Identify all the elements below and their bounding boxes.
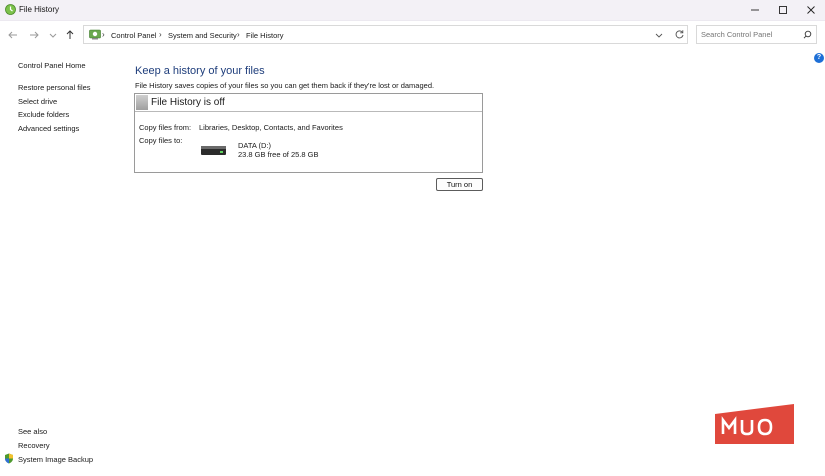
- search-icon[interactable]: [803, 30, 812, 39]
- page-description: File History saves copies of your files …: [135, 81, 435, 90]
- status-indicator: [136, 95, 148, 110]
- system-image-backup-link[interactable]: System Image Backup: [18, 455, 93, 464]
- window-title: File History: [19, 5, 60, 14]
- recovery-link[interactable]: Recovery: [18, 441, 50, 450]
- status-header: File History is off: [135, 94, 482, 112]
- drive-icon: [201, 146, 226, 155]
- close-icon: [807, 6, 815, 14]
- back-arrow-icon: [8, 31, 17, 39]
- muo-watermark-logo: [715, 404, 794, 444]
- up-button[interactable]: [63, 28, 77, 42]
- file-history-status-panel: File History is off Copy files from: Lib…: [134, 93, 483, 173]
- chevron-down-icon[interactable]: [654, 30, 664, 40]
- advanced-settings-link[interactable]: Advanced settings: [18, 124, 79, 133]
- shield-icon: [5, 453, 13, 464]
- chevron-right-icon: ›: [237, 30, 240, 39]
- address-bar[interactable]: › Control Panel › System and Security › …: [83, 25, 688, 44]
- breadcrumb-file-history[interactable]: File History: [246, 31, 284, 40]
- minimize-button[interactable]: [741, 0, 769, 20]
- copy-from-label: Copy files from:: [139, 123, 192, 132]
- status-title: File History is off: [151, 97, 225, 108]
- search-box[interactable]: [696, 25, 817, 44]
- breadcrumb-control-panel[interactable]: Control Panel: [111, 31, 156, 40]
- refresh-icon[interactable]: [674, 29, 685, 40]
- control-panel-home-link[interactable]: Control Panel Home: [18, 61, 86, 70]
- drive-free-space: 23.8 GB free of 25.8 GB: [238, 150, 319, 159]
- search-input[interactable]: [701, 29, 801, 40]
- close-button[interactable]: [797, 0, 825, 20]
- chevron-right-icon: ›: [159, 30, 162, 39]
- page-title: Keep a history of your files: [135, 65, 265, 77]
- select-drive-link[interactable]: Select drive: [18, 97, 57, 106]
- title-bar: File History: [0, 0, 825, 21]
- turn-on-button[interactable]: Turn on: [436, 178, 483, 191]
- chevron-right-icon: ›: [102, 30, 105, 39]
- control-panel-icon: [89, 29, 101, 40]
- see-also-label: See also: [18, 427, 48, 436]
- file-history-icon: [5, 4, 16, 15]
- exclude-folders-link[interactable]: Exclude folders: [18, 110, 69, 119]
- navigation-bar: › Control Panel › System and Security › …: [0, 22, 825, 48]
- copy-to-label: Copy files to:: [139, 136, 183, 145]
- maximize-icon: [779, 6, 787, 14]
- drive-name: DATA (D:): [238, 141, 272, 150]
- up-arrow-icon: [66, 30, 74, 39]
- restore-personal-files-link[interactable]: Restore personal files: [18, 83, 91, 92]
- back-button[interactable]: [6, 28, 20, 42]
- help-icon[interactable]: ?: [814, 53, 824, 63]
- recent-locations-button[interactable]: [46, 28, 60, 42]
- forward-arrow-icon: [30, 31, 39, 39]
- forward-button[interactable]: [27, 28, 41, 42]
- breadcrumb-system-and-security[interactable]: System and Security: [168, 31, 237, 40]
- recent-dropdown-icon: [49, 33, 57, 38]
- minimize-icon: [751, 9, 759, 11]
- copy-from-value: Libraries, Desktop, Contacts, and Favori…: [199, 123, 343, 132]
- maximize-button[interactable]: [769, 0, 797, 20]
